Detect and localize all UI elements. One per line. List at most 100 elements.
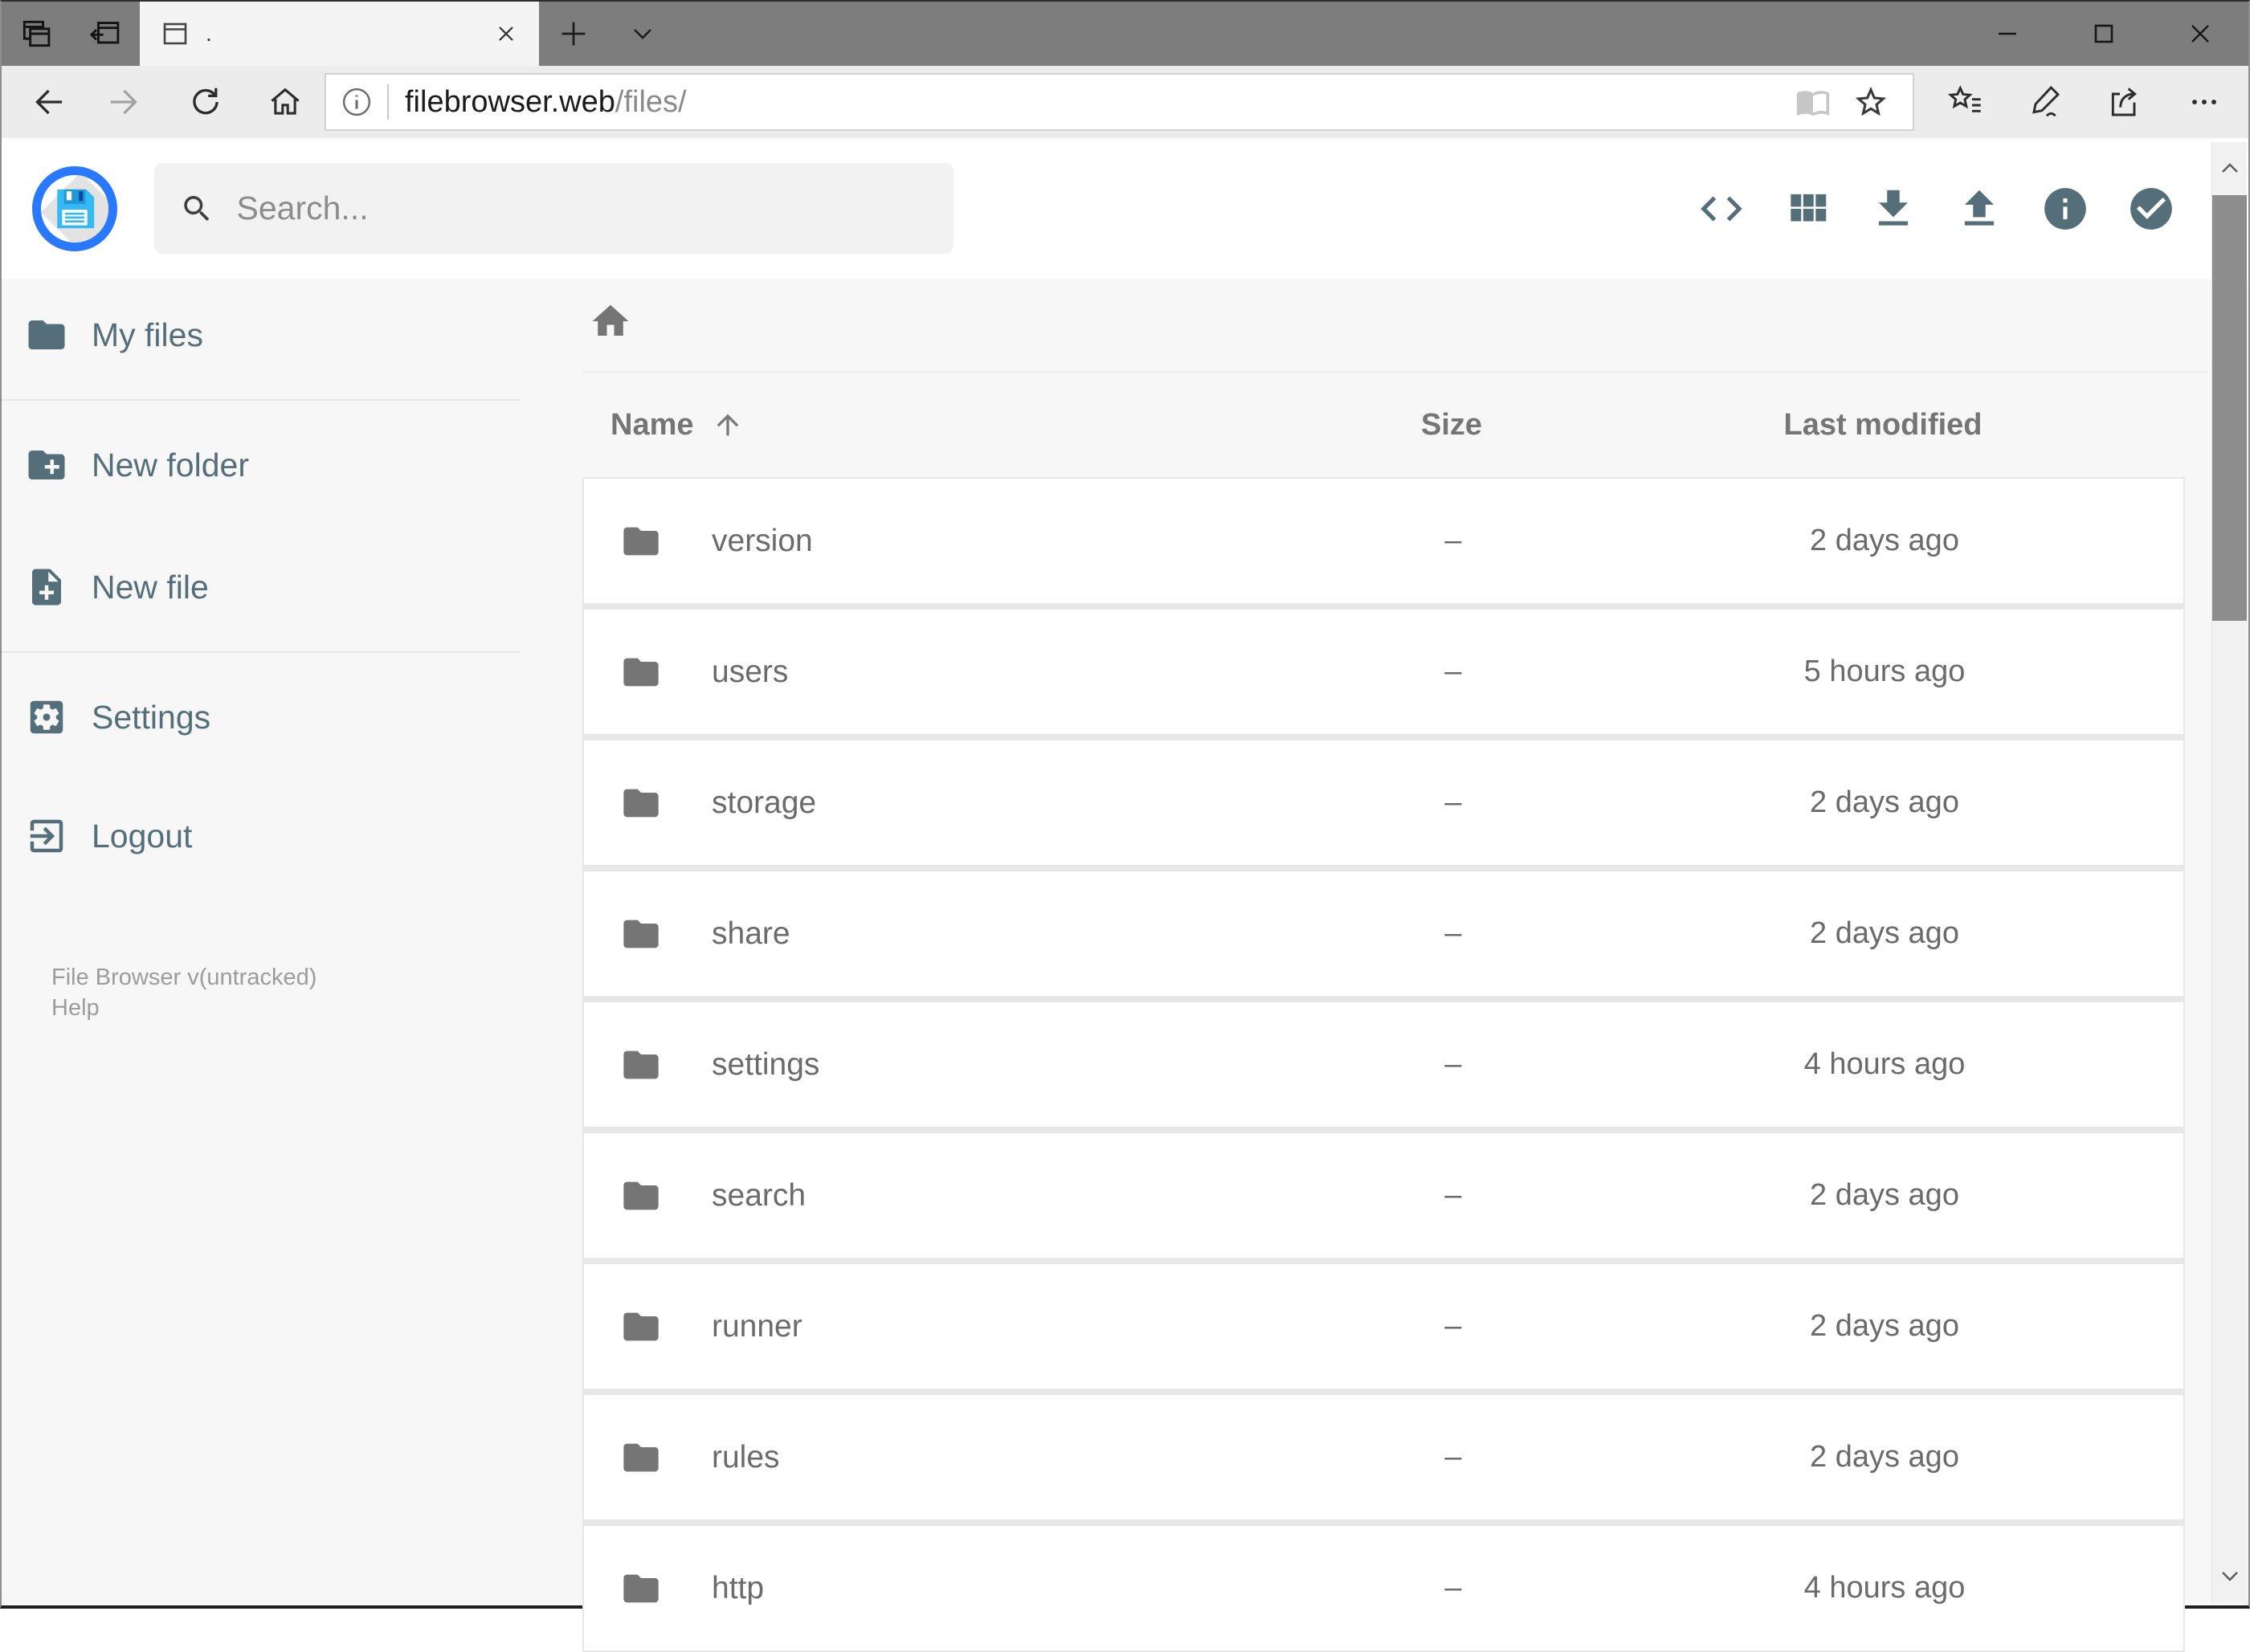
folder-icon xyxy=(623,1312,659,1340)
file-list: version – 2 days ago users – 5 hours ago… xyxy=(582,477,2185,1652)
folder-icon xyxy=(623,1050,659,1079)
tab-title: . xyxy=(206,21,212,46)
file-size: – xyxy=(1444,916,1462,950)
refresh-button[interactable] xyxy=(165,66,245,138)
hub-favorites-button[interactable] xyxy=(1925,66,2005,138)
sidebar-item-label: New file xyxy=(92,568,209,606)
chevron-up-icon xyxy=(2221,163,2238,173)
file-size: – xyxy=(1444,1440,1462,1474)
modified-column-header[interactable]: Last modified xyxy=(1626,408,2140,443)
favorite-star-icon[interactable] xyxy=(1842,84,1900,120)
gear-icon xyxy=(2,695,92,739)
sidebar-item-settings[interactable]: Settings xyxy=(2,672,532,762)
file-modified: 2 days ago xyxy=(1810,524,1959,557)
folder-plus-icon xyxy=(2,443,92,487)
browser-navbar: filebrowser.web/files/ xyxy=(2,66,2248,138)
file-modified: 2 days ago xyxy=(1810,785,1959,819)
tab-dropdown-button[interactable] xyxy=(608,2,677,66)
home-icon[interactable] xyxy=(589,300,632,343)
file-modified: 2 days ago xyxy=(1810,1178,1959,1212)
file-modified: 4 hours ago xyxy=(1803,1571,1966,1605)
breadcrumb xyxy=(582,279,2248,371)
site-info-icon[interactable] xyxy=(339,84,374,120)
file-row[interactable]: runner – 2 days ago xyxy=(584,1264,2183,1389)
file-row[interactable]: http – 4 hours ago xyxy=(584,1526,2183,1650)
file-modified: 2 days ago xyxy=(1810,1440,1959,1474)
tab-favicon xyxy=(161,19,190,48)
sidebar-item-new-folder[interactable]: New folder xyxy=(2,420,532,510)
app-header xyxy=(2,138,2248,279)
url-input[interactable]: filebrowser.web/files/ xyxy=(325,73,1914,131)
folder-icon xyxy=(2,313,92,357)
sidebar-item-new-file[interactable]: New file xyxy=(2,542,532,632)
reading-view-icon[interactable] xyxy=(1784,84,1842,120)
file-row[interactable]: version – 2 days ago xyxy=(584,479,2183,603)
sidebar: My files New folder New file Settings Lo… xyxy=(2,279,532,1605)
set-tabs-aside-button[interactable] xyxy=(71,2,140,66)
search-bar[interactable] xyxy=(154,163,953,254)
file-size: – xyxy=(1444,1047,1462,1081)
share-button[interactable] xyxy=(2085,66,2164,138)
file-row[interactable]: share – 2 days ago xyxy=(584,871,2183,996)
file-row[interactable]: search – 2 days ago xyxy=(584,1133,2183,1258)
file-row[interactable]: settings – 4 hours ago xyxy=(584,1002,2183,1127)
select-multiple-button[interactable] xyxy=(2108,165,2194,251)
annotate-pen-button[interactable] xyxy=(2005,66,2085,138)
upload-button[interactable] xyxy=(1936,165,2022,251)
sidebar-divider xyxy=(2,399,521,401)
folder-icon xyxy=(623,1443,659,1471)
sidebar-divider xyxy=(2,651,521,653)
help-link[interactable]: Help xyxy=(51,993,532,1023)
grid-view-icon xyxy=(1790,194,1826,221)
scroll-up-button[interactable] xyxy=(2212,142,2247,195)
tab-preview-button[interactable] xyxy=(2,2,71,66)
file-name: http xyxy=(712,1570,765,1605)
file-size: – xyxy=(1444,1571,1462,1605)
search-icon xyxy=(184,195,210,221)
info-button[interactable] xyxy=(2022,165,2108,251)
more-options-button[interactable] xyxy=(2164,66,2244,138)
back-button[interactable] xyxy=(6,66,86,138)
browser-tab[interactable]: . xyxy=(140,2,539,66)
forward-button[interactable] xyxy=(86,66,165,138)
app-body: My files New folder New file Settings Lo… xyxy=(2,279,2248,1652)
sidebar-item-label: New folder xyxy=(92,446,249,483)
sidebar-footer: File Browser v(untracked) Help xyxy=(2,962,532,1023)
scrollbar-thumb[interactable] xyxy=(2212,195,2247,621)
filebrowser-logo xyxy=(32,165,117,251)
close-window-button[interactable] xyxy=(2152,2,2248,66)
file-row[interactable]: storage – 2 days ago xyxy=(584,740,2183,865)
folder-icon xyxy=(623,789,659,817)
tab-preview-icon xyxy=(18,16,54,51)
folder-icon xyxy=(623,527,659,555)
file-name: search xyxy=(712,1177,806,1213)
url-text: filebrowser.web/files/ xyxy=(405,84,687,119)
browser-titlebar: . xyxy=(2,2,2248,66)
sidebar-item-label: Logout xyxy=(92,817,193,855)
sort-by-name-header[interactable]: Name xyxy=(582,408,1277,443)
url-separator xyxy=(387,84,389,120)
new-tab-button[interactable] xyxy=(539,2,608,66)
home-button[interactable] xyxy=(245,66,325,138)
sidebar-item-logout[interactable]: Logout xyxy=(2,791,532,881)
info-icon xyxy=(2044,187,2086,230)
grid-view-button[interactable] xyxy=(1764,165,1850,251)
file-size: – xyxy=(1444,524,1462,557)
file-row[interactable]: rules – 2 days ago xyxy=(584,1395,2183,1519)
scroll-down-button[interactable] xyxy=(2212,1549,2247,1602)
sort-ascending-arrow-icon xyxy=(717,414,738,436)
file-row[interactable]: users – 5 hours ago xyxy=(584,610,2183,734)
minimize-button[interactable] xyxy=(1959,2,2056,66)
maximize-button[interactable] xyxy=(2056,2,2152,66)
download-button[interactable] xyxy=(1850,165,1936,251)
size-column-header[interactable]: Size xyxy=(1277,408,1626,443)
code-view-button[interactable] xyxy=(1678,165,1764,251)
sidebar-item-my-files[interactable]: My files xyxy=(2,290,532,380)
folder-icon xyxy=(623,1574,659,1602)
floppy-disk-icon xyxy=(57,189,95,228)
tab-close-icon[interactable] xyxy=(494,22,518,46)
page-scrollbar[interactable] xyxy=(2211,142,2247,1602)
search-input[interactable] xyxy=(236,190,928,227)
file-modified: 4 hours ago xyxy=(1803,1047,1966,1081)
file-name: runner xyxy=(712,1308,802,1344)
